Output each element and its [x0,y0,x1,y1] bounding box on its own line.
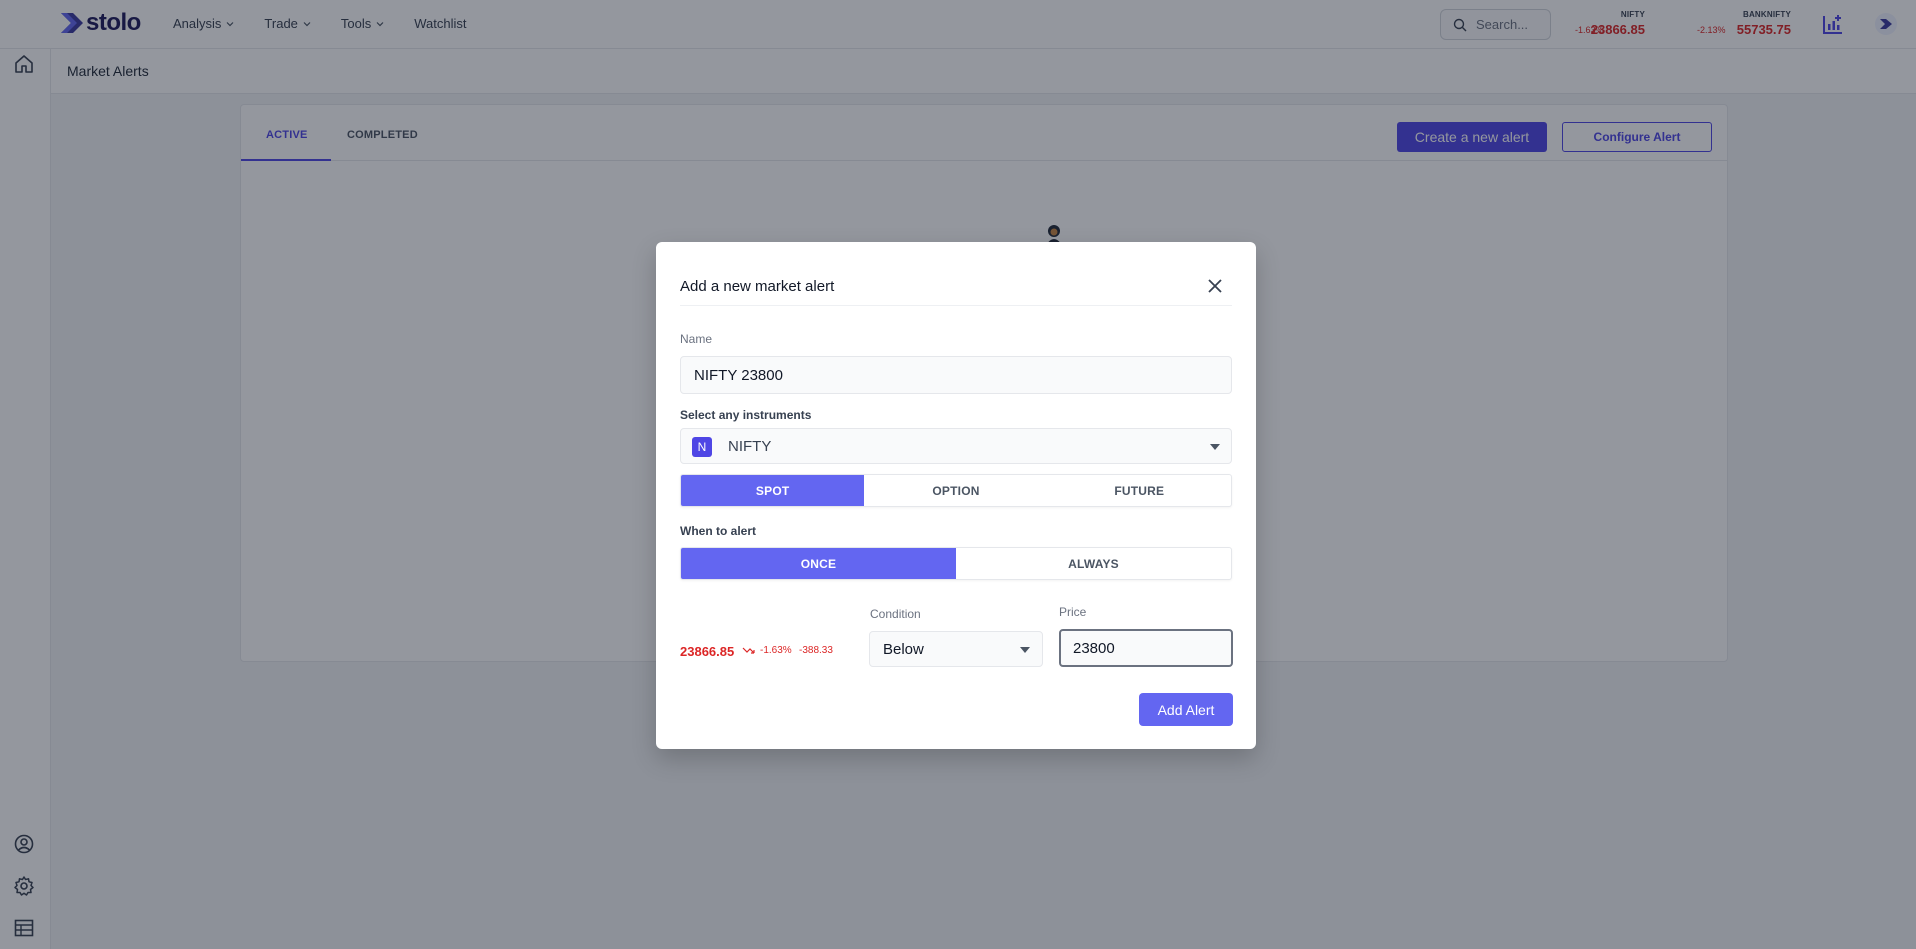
current-change-abs: -388.33 [799,645,833,656]
instrument-select[interactable]: N NIFTY [680,428,1232,464]
instrument-value: NIFTY [728,438,772,455]
type-future[interactable]: FUTURE [1048,475,1231,506]
condition-value: Below [883,641,924,658]
name-label: Name [680,332,713,346]
modal-title: Add a new market alert [680,278,835,295]
condition-label: Condition [870,607,921,621]
caret-down-icon [1020,647,1030,653]
frequency-once[interactable]: ONCE [681,548,956,579]
price-label: Price [1059,605,1087,619]
instrument-badge: N [692,437,712,457]
instrument-label: Select any instruments [680,408,812,422]
close-icon[interactable] [1204,275,1226,297]
caret-down-icon [1210,444,1220,450]
price-input[interactable] [1059,629,1233,667]
current-change-pct: -1.63% [760,645,792,656]
trend-down-icon [742,647,755,654]
add-alert-modal: Add a new market alert Name Select any i… [656,242,1256,749]
type-spot[interactable]: SPOT [681,475,865,506]
alert-name-input[interactable] [680,356,1232,394]
current-price: 23866.85 [680,644,735,659]
add-alert-button[interactable]: Add Alert [1139,693,1233,726]
when-label: When to alert [680,524,757,538]
instrument-type-toggle: SPOT OPTION FUTURE [680,474,1232,507]
type-option[interactable]: OPTION [864,475,1047,506]
modal-divider [680,305,1232,306]
frequency-toggle: ONCE ALWAYS [680,547,1232,580]
condition-select[interactable]: Below [869,631,1043,667]
frequency-always[interactable]: ALWAYS [956,548,1231,579]
